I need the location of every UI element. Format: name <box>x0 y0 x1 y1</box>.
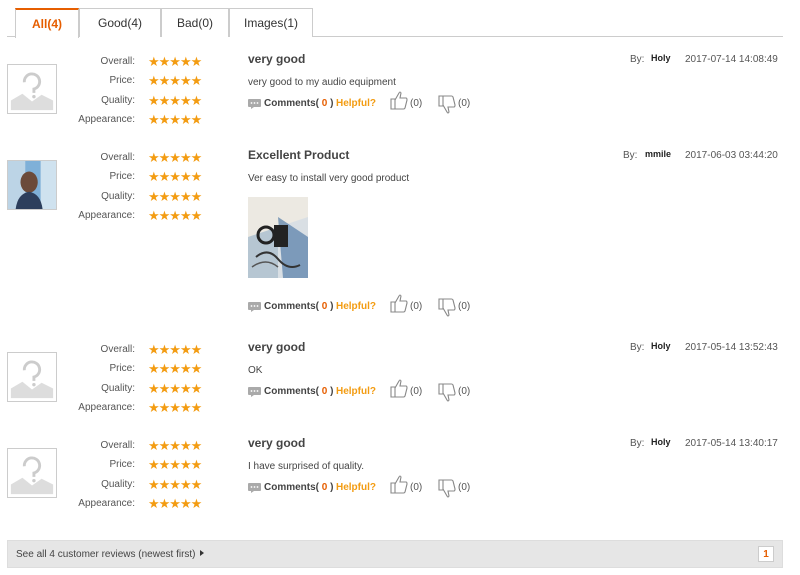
thumbs-up-icon[interactable] <box>390 378 408 398</box>
star-rating: ★★★★★ <box>148 495 202 511</box>
review-author: Holy <box>651 53 671 63</box>
star-rating: ★★★★★ <box>148 54 202 69</box>
review-author: mmile <box>645 149 672 159</box>
review-actions: Comments( 0 ) Helpful? (0) (0) <box>248 475 488 499</box>
thumbs-down-icon[interactable] <box>438 479 456 499</box>
thumbs-up-count: (0) <box>410 98 423 109</box>
by-label: By: <box>630 54 645 65</box>
review-body: I have surprised of quality. <box>248 461 364 472</box>
star-rating: ★★★★★ <box>148 92 202 108</box>
avatar <box>7 448 57 498</box>
avatar <box>7 160 57 210</box>
rating-appearance: Appearance: ★★★★★ <box>78 495 202 511</box>
review-body: very good to my audio equipment <box>248 77 396 88</box>
review-body: OK <box>248 365 263 376</box>
star-rating: ★★★★★ <box>148 73 202 89</box>
review-actions: Comments( 0 ) Helpful? (0) (0) <box>248 294 488 318</box>
default-avatar-icon <box>8 65 56 113</box>
star-rating: ★★★★★ <box>148 207 202 223</box>
user-photo <box>8 161 56 209</box>
tab-good[interactable]: Good(4) <box>79 8 161 37</box>
helpful-label: Helpful? <box>336 301 376 312</box>
comment-icon <box>248 99 261 109</box>
review-title: very good <box>248 340 306 354</box>
by-label: By: <box>630 438 645 449</box>
by-label: By: <box>630 342 645 353</box>
review-tabs: All(4) Good(4) Bad(0) Images(1) <box>7 8 783 38</box>
thumbs-down-count: (0) <box>458 386 471 397</box>
reviews-footer: See all 4 customer reviews (newest first… <box>7 540 783 568</box>
thumbs-down-count: (0) <box>458 482 471 493</box>
thumbs-down-count: (0) <box>458 98 471 109</box>
review-author: Holy <box>651 341 671 351</box>
thumbs-up-count: (0) <box>410 386 423 397</box>
tab-all[interactable]: All(4) <box>15 8 79 38</box>
review-title: Excellent Product <box>248 148 350 162</box>
star-rating: ★★★★★ <box>148 169 202 185</box>
tab-bad[interactable]: Bad(0) <box>161 8 229 37</box>
review-body: Ver easy to install very good product <box>248 173 410 184</box>
review-actions: Comments( 0 ) Helpful? (0) (0) <box>248 91 488 115</box>
review-date: 2017-07-14 14:08:49 <box>685 54 778 65</box>
comments-link[interactable]: Comments( 0 ) <box>264 386 333 397</box>
comments-link[interactable]: Comments( 0 ) <box>264 98 333 109</box>
review-date: 2017-05-14 13:52:43 <box>685 342 778 353</box>
review-date: 2017-05-14 13:40:17 <box>685 438 778 449</box>
review-title: very good <box>248 436 306 450</box>
thumbs-up-count: (0) <box>410 482 423 493</box>
comments-link[interactable]: Comments( 0 ) <box>264 482 333 493</box>
helpful-label: Helpful? <box>336 386 376 397</box>
star-rating: ★★★★★ <box>148 342 202 357</box>
comments-link[interactable]: Comments( 0 ) <box>264 301 333 312</box>
avatar <box>7 352 57 402</box>
rating-list: Overall: ★★★★★ Price: ★★★★★ Quality: ★★★★★ … <box>60 150 220 229</box>
caret-right-icon <box>199 550 204 556</box>
see-all-reviews-link[interactable]: See all 4 customer reviews (newest first… <box>16 549 204 560</box>
review-author: Holy <box>651 437 671 447</box>
review-title: very good <box>248 52 306 66</box>
star-rating: ★★★★★ <box>148 476 202 492</box>
helpful-label: Helpful? <box>336 98 376 109</box>
thumbs-up-count: (0) <box>410 301 423 312</box>
thumbs-up-icon[interactable] <box>390 474 408 494</box>
review-date: 2017-06-03 03:44:20 <box>685 150 778 161</box>
rating-appearance: Appearance: ★★★★★ <box>78 207 202 223</box>
default-avatar-icon <box>8 449 56 497</box>
star-rating: ★★★★★ <box>148 399 202 415</box>
by-label: By: <box>623 150 638 161</box>
review-photo[interactable] <box>248 197 308 278</box>
rating-appearance: Appearance: ★★★★★ <box>78 399 202 415</box>
default-avatar-icon <box>8 353 56 401</box>
comment-icon <box>248 302 261 312</box>
thumbs-down-icon[interactable] <box>438 383 456 403</box>
review-actions: Comments( 0 ) Helpful? (0) (0) <box>248 379 488 403</box>
star-rating: ★★★★★ <box>148 457 202 473</box>
pagination-page-1[interactable]: 1 <box>758 546 774 562</box>
rating-list: Overall: ★★★★★ Price: ★★★★★ Quality: ★★★★★ … <box>60 342 220 421</box>
star-rating: ★★★★★ <box>148 438 202 453</box>
thumbs-down-count: (0) <box>458 301 471 312</box>
thumbs-up-icon[interactable] <box>390 293 408 313</box>
thumbs-up-icon[interactable] <box>390 90 408 110</box>
review-photo-image <box>248 197 308 278</box>
comment-icon <box>248 483 261 493</box>
avatar <box>7 64 57 114</box>
star-rating: ★★★★★ <box>148 150 202 165</box>
rating-list: Overall: ★★★★★ Price: ★★★★★ Quality: ★★★★★ … <box>60 54 220 133</box>
tab-images[interactable]: Images(1) <box>229 8 313 37</box>
rating-list: Overall: ★★★★★ Price: ★★★★★ Quality: ★★★★★ … <box>60 438 220 517</box>
star-rating: ★★★★★ <box>148 361 202 377</box>
helpful-label: Helpful? <box>336 482 376 493</box>
star-rating: ★★★★★ <box>148 111 202 127</box>
star-rating: ★★★★★ <box>148 380 202 396</box>
comment-icon <box>248 387 261 397</box>
thumbs-down-icon[interactable] <box>438 298 456 318</box>
star-rating: ★★★★★ <box>148 188 202 204</box>
rating-appearance: Appearance: ★★★★★ <box>78 111 202 127</box>
thumbs-down-icon[interactable] <box>438 95 456 115</box>
